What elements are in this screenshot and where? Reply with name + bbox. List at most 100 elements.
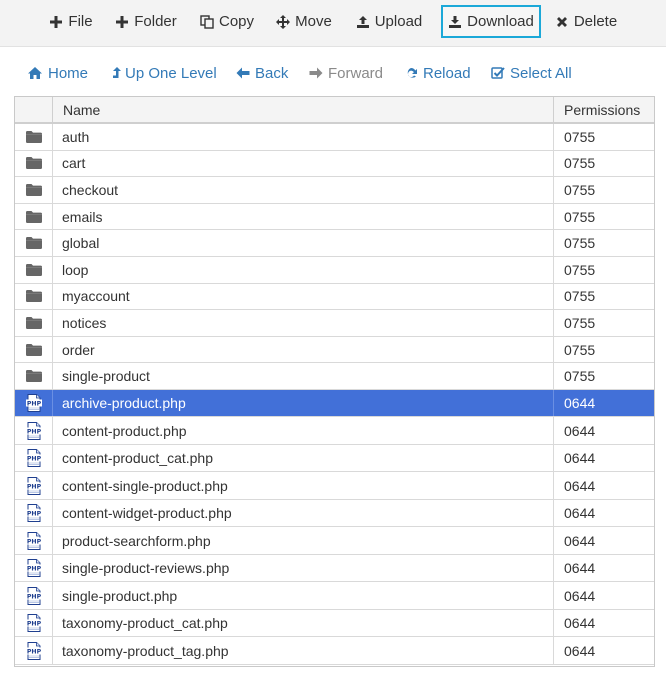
table-row[interactable]: order 0755 <box>15 336 654 364</box>
download-icon <box>449 15 462 28</box>
file-name[interactable]: single-product-reviews.php <box>53 554 554 582</box>
copy-button[interactable]: Copy <box>196 5 258 38</box>
table-row[interactable]: single-product 0755 <box>15 363 654 390</box>
file-permissions: 0755 <box>564 128 596 145</box>
new-folder-button[interactable]: Folder <box>112 5 180 38</box>
folder-icon <box>15 310 53 336</box>
php-file-icon: PHP <box>15 389 53 417</box>
file-name[interactable]: archive-product.php <box>53 389 554 417</box>
php-file-icon: PHP <box>15 444 53 472</box>
file-name[interactable]: content-product_cat.php <box>53 444 554 472</box>
permissions-column-header[interactable]: Permissions <box>554 97 654 122</box>
file-name[interactable]: notices <box>53 310 554 336</box>
php-file-icon: PHP <box>15 417 53 444</box>
file-name[interactable]: order <box>53 336 554 363</box>
folder-icon <box>15 177 53 203</box>
check-square-icon <box>491 67 505 79</box>
arrow-left-icon <box>236 67 250 79</box>
table-row[interactable]: PHP content-single-product.php 0644 <box>15 472 654 500</box>
table-row[interactable]: PHP taxonomy-product_cat.php 0644 <box>15 609 654 638</box>
table-row[interactable]: myaccount 0755 <box>15 283 654 311</box>
table-row[interactable]: PHP single-product.php 0644 <box>15 582 654 610</box>
file-name[interactable]: global <box>53 230 554 256</box>
file-permissions: 0755 <box>564 368 596 385</box>
svg-text:PHP: PHP <box>26 456 41 463</box>
folder-icon <box>15 283 53 310</box>
file-permissions: 0644 <box>564 395 596 412</box>
file-name[interactable]: auth <box>53 124 554 150</box>
file-permissions: 0755 <box>564 235 596 252</box>
plus-icon <box>116 15 129 28</box>
move-button[interactable]: Move <box>272 5 336 38</box>
file-name[interactable]: content-product.php <box>53 417 554 444</box>
file-name[interactable]: myaccount <box>53 283 554 310</box>
table-header: Name Permissions <box>15 97 654 124</box>
new-file-button[interactable]: File <box>46 5 96 38</box>
new-file-label: File <box>68 13 93 30</box>
file-permissions: 0755 <box>564 341 596 358</box>
php-file-icon: PHP <box>15 499 53 527</box>
table-row[interactable]: PHP product-searchform.php 0644 <box>15 527 654 555</box>
table-row[interactable]: PHP archive-product.php 0644 <box>15 389 654 418</box>
delete-button[interactable]: Delete <box>552 5 620 38</box>
move-arrows-icon <box>276 14 291 29</box>
svg-text:PHP: PHP <box>26 401 41 408</box>
new-folder-label: Folder <box>134 13 177 30</box>
folder-icon <box>15 363 53 389</box>
table-row[interactable]: loop 0755 <box>15 256 654 284</box>
table-row[interactable]: cart 0755 <box>15 150 654 178</box>
svg-text:PHP: PHP <box>26 483 41 490</box>
file-name[interactable]: taxonomy-product_tag.php <box>53 637 554 664</box>
svg-text:PHP: PHP <box>26 621 41 628</box>
up-one-level-button[interactable]: Up One Level <box>112 63 217 83</box>
move-label: Move <box>295 13 332 30</box>
table-row[interactable]: PHP content-widget-product.php 0644 <box>15 499 654 528</box>
icon-column-header <box>15 97 53 122</box>
folder-icon <box>15 124 53 150</box>
table-row[interactable]: checkout 0755 <box>15 177 654 204</box>
file-name[interactable]: loop <box>53 256 554 283</box>
table-row[interactable]: PHP content-product_cat.php 0644 <box>15 444 654 473</box>
folder-icon <box>15 230 53 256</box>
file-permissions: 0755 <box>564 261 596 278</box>
level-up-icon <box>113 67 121 78</box>
home-button[interactable]: Home <box>27 63 88 83</box>
file-permissions: 0755 <box>564 181 596 198</box>
folder-icon <box>15 203 53 230</box>
reload-label: Reload <box>423 64 471 82</box>
php-file-icon: PHP <box>15 637 53 664</box>
table-row[interactable]: auth 0755 <box>15 124 654 151</box>
forward-button[interactable]: Forward <box>309 63 383 83</box>
table-row[interactable]: PHP content-product.php 0644 <box>15 417 654 445</box>
table-row[interactable]: PHP single-product-reviews.php 0644 <box>15 554 654 583</box>
table-row[interactable]: global 0755 <box>15 230 654 257</box>
file-name[interactable]: taxonomy-product_cat.php <box>53 609 554 637</box>
file-name[interactable]: checkout <box>53 177 554 203</box>
table-row[interactable]: notices 0755 <box>15 310 654 337</box>
file-name[interactable]: single-product.php <box>53 582 554 609</box>
back-button[interactable]: Back <box>236 63 288 83</box>
php-file-icon: PHP <box>15 554 53 582</box>
delete-label: Delete <box>573 13 618 30</box>
name-column-header[interactable]: Name <box>53 97 554 122</box>
table-row[interactable]: PHP taxonomy-product_tag.php 0644 <box>15 637 654 665</box>
upload-icon <box>356 15 369 28</box>
arrow-right-icon <box>309 67 323 79</box>
file-name[interactable]: product-searchform.php <box>53 527 554 554</box>
home-label: Home <box>48 64 89 82</box>
file-name[interactable]: cart <box>53 150 554 177</box>
file-name[interactable]: content-single-product.php <box>53 472 554 499</box>
select-all-button[interactable]: Select All <box>491 63 572 83</box>
file-list-table: Name Permissions auth 0755 cart 0755 checkou… <box>14 96 655 667</box>
plus-icon <box>50 15 63 28</box>
close-x-icon <box>556 16 567 27</box>
download-button[interactable]: Download <box>441 5 541 38</box>
upload-button[interactable]: Upload <box>352 5 426 38</box>
file-name[interactable]: content-widget-product.php <box>53 499 554 527</box>
reload-button[interactable]: Reload <box>404 63 471 83</box>
table-row[interactable]: emails 0755 <box>15 203 654 231</box>
file-name[interactable]: emails <box>53 203 554 230</box>
file-permissions: 0644 <box>564 532 596 549</box>
up-one-level-label: Up One Level <box>125 64 217 82</box>
file-name[interactable]: single-product <box>53 363 554 389</box>
